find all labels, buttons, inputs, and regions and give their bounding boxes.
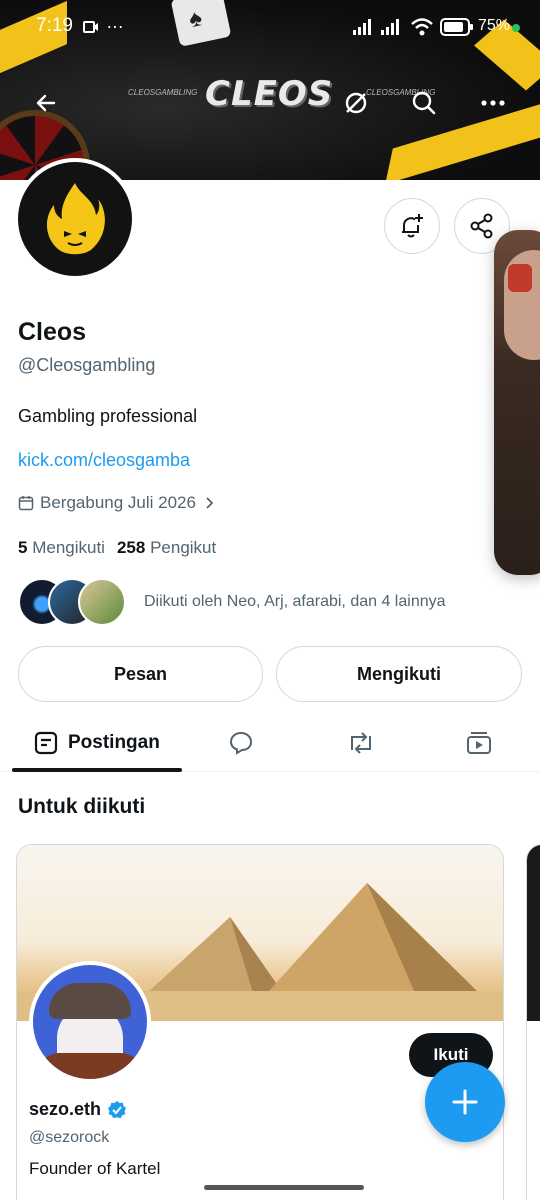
battery-icon [440,18,473,36]
banner-logo: CLEOS [205,74,334,114]
suggestion-name-row: sezo.eth [29,1099,127,1120]
following-count: 5 [18,538,28,557]
compose-post-button[interactable] [425,1062,505,1142]
wifi-icon [411,18,433,36]
suggestion-card[interactable]: Ikuti sezo.eth @sezorock Founder of Kart… [16,844,504,1200]
suggestion-card[interactable] [526,844,540,1200]
share-icon [470,213,493,239]
calendar-icon [18,496,34,511]
avatar [78,578,126,626]
profile-name: Cleos [18,318,87,346]
repost-icon [351,732,371,754]
grok-button[interactable] [336,83,376,123]
joined-label: Bergabung Juli 2026 [40,493,196,512]
status-dot [512,24,520,32]
message-button[interactable]: Pesan [18,646,263,702]
more-notifications-icon: … [106,12,124,32]
arrow-left-icon [36,94,56,112]
notifications-button[interactable] [384,198,440,254]
flame-logo-icon [46,183,105,255]
floating-video-preview[interactable] [494,230,540,575]
avatar-image [18,162,132,276]
video-library-icon [467,732,491,754]
tab-posts-label: Postingan [68,732,160,753]
tab-reposts[interactable] [346,714,376,772]
mutual-followers-avatars[interactable] [18,578,126,626]
bell-plus-icon [402,214,423,238]
signal-icon [381,19,399,35]
suggestions-title: Untuk diikuti [18,795,146,818]
active-tab-indicator [12,768,182,772]
tab-media[interactable] [466,714,492,772]
follow-stats: 5 Mengikuti 258 Pengikut [18,538,216,558]
profile-tabs: Postingan [0,714,540,772]
banner-handle: CLEOSGAMBLING [128,88,198,97]
followers-stat[interactable]: 258 Pengikut [117,538,216,558]
suggestion-handle: @sezorock [29,1129,110,1146]
tab-replies[interactable] [228,714,254,772]
search-button[interactable] [404,83,444,123]
profile-link[interactable]: kick.com/cleosgamba [18,450,190,471]
search-icon [412,91,436,115]
followers-count: 258 [116,538,146,557]
reply-icon [229,731,253,755]
suggestion-banner [527,845,540,1021]
profile-avatar[interactable] [14,158,136,280]
tab-posts[interactable]: Postingan [34,714,160,772]
chevron-right-icon [206,497,214,509]
avatar-image [33,965,147,1079]
grok-icon [345,92,367,114]
following-button[interactable]: Mengikuti [276,646,522,702]
battery-percent: 75% [478,17,511,34]
followed-by-text[interactable]: Diikuti oleh Neo, Arj, afarabi, dan 4 la… [144,593,446,611]
video-icon [83,21,98,33]
home-indicator[interactable] [204,1185,364,1190]
more-options-button[interactable] [473,83,513,123]
following-label: Mengikuti [32,538,105,557]
signal-icon [353,19,371,35]
verified-badge-icon [108,1100,127,1118]
profile-handle: @Cleosgambling [18,355,156,375]
status-bar: 7:19 … 75% [0,0,540,52]
joined-date[interactable]: Bergabung Juli 2026 [18,493,216,513]
suggestion-avatar[interactable] [29,961,151,1083]
penguin-hat [49,983,131,1019]
posts-icon [34,731,58,755]
following-stat[interactable]: 5 Mengikuti [18,538,105,558]
plus-icon [452,1089,478,1115]
followers-label: Pengikut [150,538,217,557]
suggestion-bio: Founder of Kartel [29,1159,161,1178]
preview-mark [508,264,532,292]
more-horizontal-icon [481,100,505,106]
status-time: 7:19 [36,15,73,36]
profile-bio: Gambling professional [18,406,198,426]
back-button[interactable] [26,83,66,123]
suggestion-name[interactable]: sezo.eth [29,1099,101,1120]
penguin-coat [39,1053,141,1079]
